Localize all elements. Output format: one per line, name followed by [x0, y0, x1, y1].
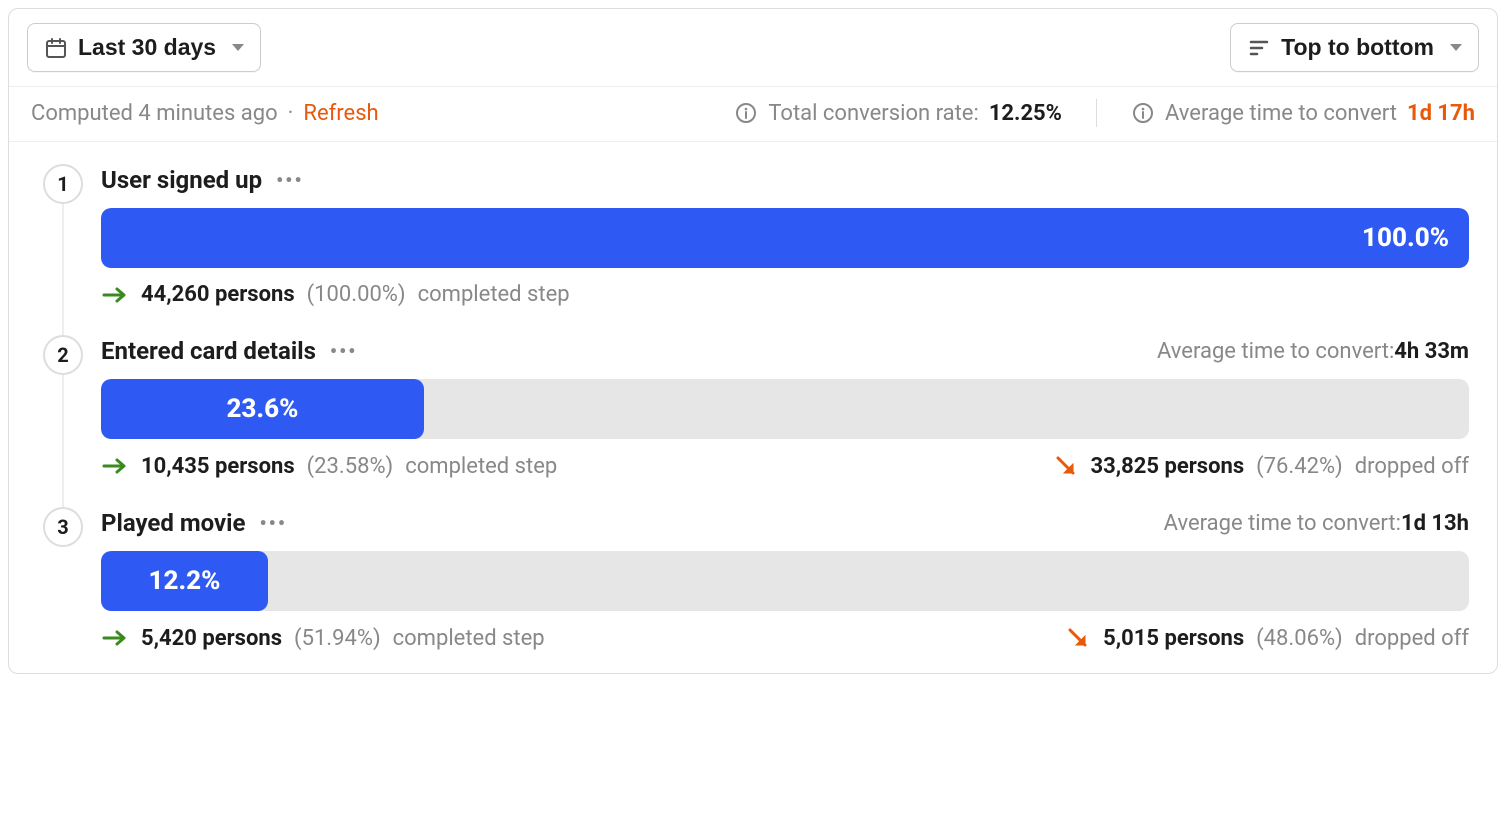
layout-label: Top to bottom — [1281, 34, 1434, 61]
connector-line — [62, 373, 64, 513]
conversion-value: 12.25% — [989, 101, 1062, 126]
info-icon — [1131, 101, 1155, 125]
completed-suffix: completed step — [393, 626, 545, 651]
bar-track[interactable]: 12.2% — [101, 551, 1469, 611]
stats-row: 10,435 persons (23.58%) completed step 3… — [101, 453, 1469, 479]
step-number: 3 — [43, 507, 83, 547]
arrow-down-right-icon — [1053, 453, 1079, 479]
bar-track[interactable]: 100.0% — [101, 208, 1469, 268]
avg-time-label: Average time to convert — [1165, 101, 1397, 126]
chevron-down-icon — [232, 44, 244, 51]
completed-persons: 10,435 persons — [141, 454, 295, 479]
dropped-pct: (48.06%) — [1256, 626, 1343, 651]
funnel-step: 1 User signed up ••• 100.0% 44,260 persons … — [37, 166, 1469, 307]
date-range-label: Last 30 days — [78, 34, 216, 61]
completed-suffix: completed step — [418, 282, 570, 307]
bar-fill: 23.6% — [101, 379, 424, 439]
step-avg-time: Average time to convert:4h 33m — [1157, 339, 1469, 364]
calendar-icon — [44, 36, 68, 60]
arrow-right-icon — [101, 628, 129, 648]
completed-stat[interactable]: 5,420 persons (51.94%) completed step — [101, 626, 545, 651]
completed-persons: 44,260 persons — [141, 282, 295, 307]
separator: · — [288, 101, 294, 126]
dropped-pct: (76.42%) — [1256, 454, 1343, 479]
computed-time: Computed 4 minutes ago — [31, 101, 278, 126]
refresh-link[interactable]: Refresh — [303, 101, 378, 126]
funnel-step: 2 Entered card details ••• Average time to … — [37, 337, 1469, 479]
bar-fill: 100.0% — [101, 208, 1469, 268]
dropped-stat[interactable]: 33,825 persons (76.42%) dropped off — [1053, 453, 1470, 479]
more-icon[interactable]: ••• — [259, 511, 287, 535]
bar-label: 100.0% — [1362, 223, 1449, 253]
sort-icon — [1247, 36, 1271, 60]
completed-suffix: completed step — [405, 454, 557, 479]
arrow-right-icon — [101, 285, 129, 305]
avg-time-label: Average time to convert: — [1157, 339, 1394, 364]
step-title: User signed up — [101, 166, 262, 194]
dropped-persons: 33,825 persons — [1091, 454, 1245, 479]
connector-line — [62, 202, 64, 341]
bar-track[interactable]: 23.6% — [101, 379, 1469, 439]
step-number: 1 — [43, 164, 83, 204]
stats-row: 44,260 persons (100.00%) completed step — [101, 282, 1469, 307]
step-header: Entered card details ••• Average time to c… — [101, 337, 1469, 365]
stats-row: 5,420 persons (51.94%) completed step 5,… — [101, 625, 1469, 651]
avg-time-value: 4h 33m — [1394, 339, 1469, 364]
step-number: 2 — [43, 335, 83, 375]
dropped-suffix: dropped off — [1355, 454, 1469, 479]
funnel-area: 1 User signed up ••• 100.0% 44,260 persons … — [9, 142, 1497, 673]
more-icon[interactable]: ••• — [330, 339, 358, 363]
avg-time-value: 1d 13h — [1401, 511, 1469, 536]
total-conversion: Total conversion rate: 12.25% — [734, 101, 1062, 126]
bar-label: 23.6% — [226, 394, 298, 424]
divider — [1096, 99, 1097, 127]
completed-stat[interactable]: 10,435 persons (23.58%) completed step — [101, 454, 557, 479]
arrow-down-right-icon — [1065, 625, 1091, 651]
step-title: Entered card details — [101, 337, 316, 365]
step-title: Played movie — [101, 509, 245, 537]
funnel-step: 3 Played movie ••• Average time to convert:… — [37, 509, 1469, 651]
dropped-persons: 5,015 persons — [1103, 626, 1244, 651]
step-avg-time: Average time to convert:1d 13h — [1164, 511, 1469, 536]
completed-pct: (23.58%) — [307, 454, 394, 479]
layout-button[interactable]: Top to bottom — [1230, 23, 1479, 72]
avg-time-label: Average time to convert: — [1164, 511, 1401, 536]
meta-row: Computed 4 minutes ago · Refresh Total c… — [9, 87, 1497, 142]
bar-fill: 12.2% — [101, 551, 268, 611]
dropped-stat[interactable]: 5,015 persons (48.06%) dropped off — [1065, 625, 1469, 651]
step-header: User signed up ••• — [101, 166, 1469, 194]
bar-label: 12.2% — [148, 566, 220, 596]
conversion-label: Total conversion rate: — [768, 101, 978, 126]
date-range-button[interactable]: Last 30 days — [27, 23, 261, 72]
step-header: Played movie ••• Average time to convert:1… — [101, 509, 1469, 537]
chevron-down-icon — [1450, 44, 1462, 51]
completed-persons: 5,420 persons — [141, 626, 282, 651]
more-icon[interactable]: ••• — [276, 168, 304, 192]
info-icon — [734, 101, 758, 125]
dropped-suffix: dropped off — [1355, 626, 1469, 651]
funnel-panel: Last 30 days Top to bottom Computed 4 mi… — [8, 8, 1498, 674]
toolbar: Last 30 days Top to bottom — [9, 9, 1497, 87]
arrow-right-icon — [101, 456, 129, 476]
completed-stat[interactable]: 44,260 persons (100.00%) completed step — [101, 282, 570, 307]
completed-pct: (100.00%) — [307, 282, 406, 307]
avg-time: Average time to convert 1d 17h — [1131, 101, 1475, 126]
avg-time-value: 1d 17h — [1407, 101, 1475, 126]
completed-pct: (51.94%) — [294, 626, 381, 651]
